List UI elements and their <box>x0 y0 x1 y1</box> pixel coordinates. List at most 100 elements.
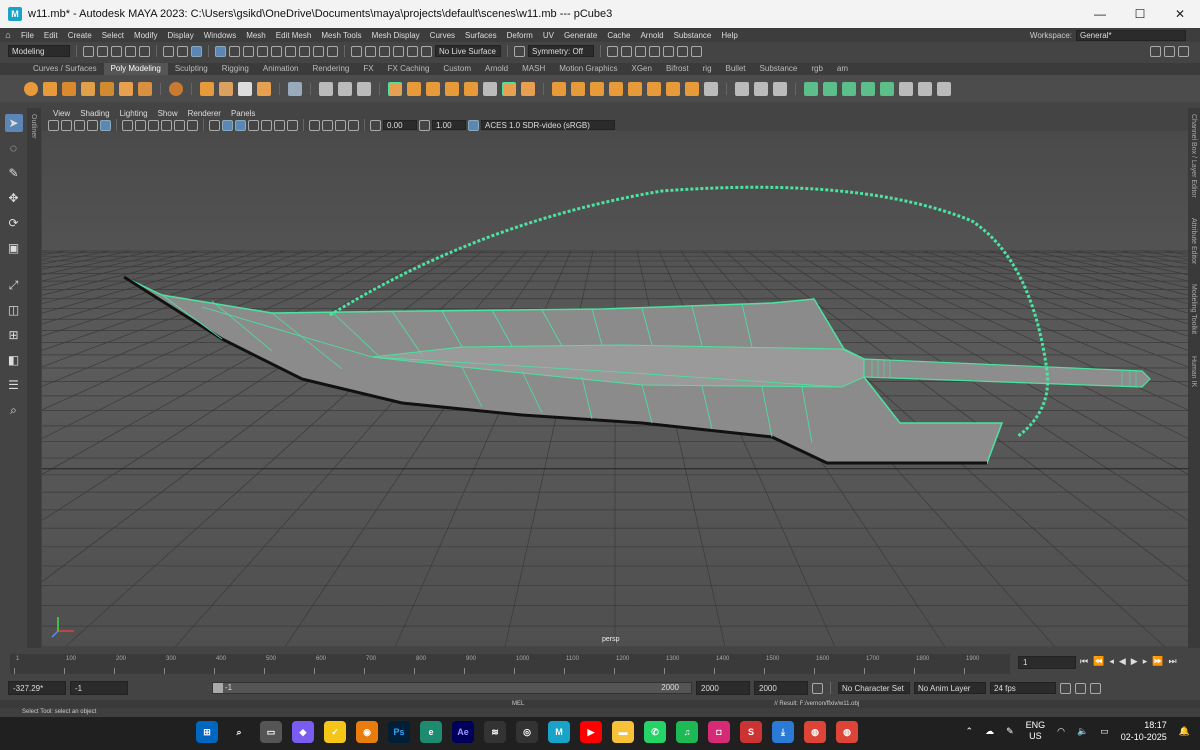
copilot-icon[interactable]: ◆ <box>292 721 314 743</box>
loop-icon[interactable] <box>1060 682 1071 694</box>
channel-box-tab[interactable]: Channel Box / Layer Editor <box>1190 114 1197 198</box>
last-tool-icon[interactable]: ⤢ <box>5 276 23 294</box>
grow-selection-icon[interactable] <box>357 81 371 96</box>
search-icon[interactable]: ⌕ <box>5 401 23 419</box>
select-edge-loop-icon[interactable] <box>338 81 352 96</box>
shadows-icon[interactable] <box>274 119 285 131</box>
ipr-render-icon[interactable] <box>635 45 646 57</box>
undo-icon[interactable] <box>125 45 136 57</box>
search-icon[interactable] <box>1164 45 1175 57</box>
input-language[interactable]: ENG US <box>1026 720 1046 742</box>
redo-icon[interactable] <box>139 45 150 57</box>
instagram-icon[interactable]: ◘ <box>708 721 730 743</box>
poly-cube-icon[interactable] <box>43 81 57 96</box>
auto-key-icon[interactable] <box>812 682 823 694</box>
select-surfaces-icon[interactable] <box>257 45 268 57</box>
poly-torus-icon[interactable] <box>100 81 114 96</box>
time-slider-track[interactable]: 1 100 200 300 400 500 600 700 800 900 1000 1100 1200… <box>10 654 1010 674</box>
snap-curve-icon[interactable] <box>365 45 376 57</box>
human-ik-tab[interactable]: Human IK <box>1190 356 1197 387</box>
safe-action-icon[interactable] <box>187 119 198 131</box>
wifi-icon[interactable]: ◠ <box>1057 726 1065 737</box>
preferences-icon[interactable] <box>1090 682 1101 694</box>
panel-menu-shading[interactable]: Shading <box>75 109 114 118</box>
fill-hole-icon[interactable] <box>609 81 623 96</box>
menu-arnold[interactable]: Arnold <box>635 31 668 40</box>
tab-custom[interactable]: Custom <box>436 63 478 75</box>
snap-view-plane-icon[interactable] <box>393 45 404 57</box>
screen-space-ao-icon[interactable] <box>287 119 298 131</box>
select-by-type-icon[interactable] <box>215 45 226 57</box>
wireframe-on-shaded-icon[interactable] <box>235 119 246 131</box>
close-button[interactable]: ✕ <box>1160 0 1200 28</box>
start-menu-icon[interactable]: ⊞ <box>196 721 218 743</box>
scale-tool-icon[interactable]: ▣ <box>5 239 23 257</box>
boolean-icon[interactable] <box>445 81 459 96</box>
wireframe-icon[interactable] <box>209 119 220 131</box>
auto-map-icon[interactable] <box>880 81 894 96</box>
edge-icon[interactable]: e <box>420 721 442 743</box>
menu-substance[interactable]: Substance <box>669 31 717 40</box>
battery-icon[interactable]: ▭ <box>1100 726 1109 737</box>
tab-arnold[interactable]: Arnold <box>478 63 515 75</box>
tab-bifrost[interactable]: Bifrost <box>659 63 696 75</box>
panel-menu-show[interactable]: Show <box>153 109 183 118</box>
menu-display[interactable]: Display <box>163 31 199 40</box>
sticky-notes-icon[interactable]: ✓ <box>324 721 346 743</box>
start-time-field[interactable]: -1 <box>70 681 128 695</box>
grid-toggle-icon[interactable] <box>122 119 133 131</box>
outliner-strip[interactable]: Outliner <box>27 108 41 648</box>
render-settings-icon[interactable] <box>649 45 660 57</box>
play-forwards-icon[interactable]: ▶ <box>1131 656 1138 667</box>
tab-rgb[interactable]: rgb <box>804 63 830 75</box>
menu-generate[interactable]: Generate <box>559 31 602 40</box>
select-misc-icon[interactable] <box>299 45 310 57</box>
go-to-end-icon[interactable]: ⏭ <box>1168 656 1176 667</box>
select-edge-ring-icon[interactable] <box>319 81 333 96</box>
menu-mesh-display[interactable]: Mesh Display <box>367 31 425 40</box>
xray-joints-icon[interactable] <box>335 119 346 131</box>
colorspace-dropdown[interactable]: ACES 1.0 SDR-video (sRGB) <box>481 120 615 130</box>
chevron-up-icon[interactable]: ⌃ <box>966 726 974 737</box>
cylindrical-map-icon[interactable] <box>842 81 856 96</box>
chrome-icon[interactable]: ◍ <box>804 721 826 743</box>
volume-icon[interactable]: 🔈 <box>1077 726 1088 737</box>
lock-selection-icon[interactable] <box>313 45 324 57</box>
separate-icon[interactable] <box>407 81 421 96</box>
menu-edit[interactable]: Edit <box>39 31 63 40</box>
tab-curves-surfaces[interactable]: Curves / Surfaces <box>26 63 104 75</box>
settings-icon[interactable] <box>1178 45 1189 57</box>
range-start-handle[interactable] <box>213 683 223 693</box>
two-view-icon[interactable]: ◧ <box>5 351 23 369</box>
poke-icon[interactable] <box>685 81 699 96</box>
two-d-pan-icon[interactable] <box>87 119 98 131</box>
uv-editor-icon[interactable] <box>804 81 818 96</box>
image-plane-icon[interactable] <box>74 119 85 131</box>
color-management-icon[interactable] <box>468 119 479 131</box>
single-view-icon[interactable]: ◫ <box>5 301 23 319</box>
minimize-button[interactable]: — <box>1080 0 1120 28</box>
textured-icon[interactable] <box>248 119 259 131</box>
tab-mash[interactable]: MASH <box>515 63 552 75</box>
hypershade-icon[interactable] <box>663 45 674 57</box>
tab-rendering[interactable]: Rendering <box>305 63 356 75</box>
pause-viewport-icon[interactable] <box>691 45 702 57</box>
lasso-tool-icon[interactable]: ◌ <box>5 139 23 157</box>
wedge-icon[interactable] <box>704 81 718 96</box>
menu-help[interactable]: Help <box>716 31 742 40</box>
type-tool-icon[interactable] <box>238 81 252 96</box>
tab-fx-caching[interactable]: FX Caching <box>381 63 437 75</box>
file-explorer-icon[interactable]: ▬ <box>612 721 634 743</box>
smooth-shade-icon[interactable] <box>222 119 233 131</box>
resolution-gate-icon[interactable] <box>148 119 159 131</box>
retopologize-icon[interactable] <box>521 81 535 96</box>
script-language-toggle[interactable]: MEL <box>512 701 524 707</box>
step-forward-key-icon[interactable]: ⏩ <box>1152 656 1163 667</box>
blender-icon[interactable]: ◉ <box>356 721 378 743</box>
tab-am[interactable]: am <box>830 63 855 75</box>
sign-in-icon[interactable] <box>1150 45 1161 57</box>
youtube-icon[interactable]: ▶ <box>580 721 602 743</box>
perspective-viewport[interactable]: persp <box>42 131 1188 647</box>
select-deformers-icon[interactable] <box>271 45 282 57</box>
poly-soccer-ball-icon[interactable] <box>169 81 183 96</box>
